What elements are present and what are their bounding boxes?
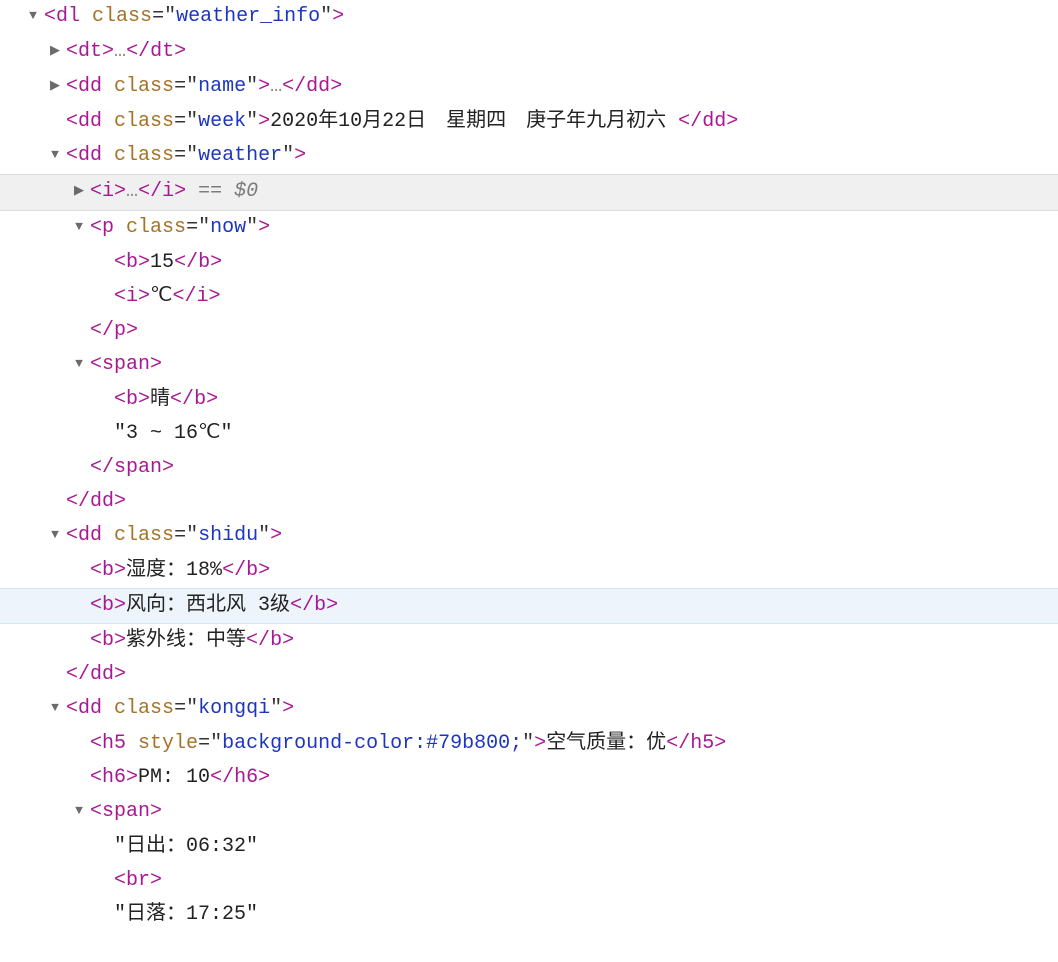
dom-node-p-now[interactable]: <p class="now"> (8, 211, 1050, 246)
dom-node-b-15[interactable]: <b>15</b> (8, 246, 1050, 280)
expand-toggle-icon[interactable] (72, 347, 86, 381)
dom-node-dd-weather[interactable]: <dd class="weather"> (8, 139, 1050, 174)
dom-node-dd-name[interactable]: <dd class="name">…</dd> (8, 70, 1050, 105)
dom-close-dd-weather[interactable]: </dd> (8, 485, 1050, 519)
expand-toggle-icon[interactable] (48, 69, 62, 103)
dom-close-dd-shidu[interactable]: </dd> (8, 658, 1050, 692)
expand-toggle-icon[interactable] (48, 138, 62, 172)
expand-toggle-icon[interactable] (48, 518, 62, 552)
dom-text-sunrise[interactable]: "日出：06:32" (8, 830, 1050, 864)
dom-node-i-deg[interactable]: <i>℃</i> (8, 280, 1050, 314)
dom-node-dd-shidu[interactable]: <dd class="shidu"> (8, 519, 1050, 554)
dom-node-h6[interactable]: <h6>PM: 10</h6> (8, 761, 1050, 795)
dom-node-h5[interactable]: <h5 style="background-color:#79b800;">空气… (8, 727, 1050, 761)
expand-toggle-icon[interactable] (72, 794, 86, 828)
expand-toggle-icon[interactable] (48, 34, 62, 68)
dom-node-selected[interactable]: <i>…</i> == $0 (0, 174, 1058, 211)
dom-close-p[interactable]: </p> (8, 314, 1050, 348)
dom-node-br[interactable]: <br> (8, 864, 1050, 898)
dom-node-dl[interactable]: <dl class="weather_info"> (8, 0, 1050, 35)
expand-toggle-icon[interactable] (72, 210, 86, 244)
dom-node-dt[interactable]: <dt>…</dt> (8, 35, 1050, 70)
dom-node-b-uv[interactable]: <b>紫外线：中等</b> (8, 624, 1050, 658)
dom-node-b-wind-selected[interactable]: <b>风向：西北风 3级</b> (0, 588, 1058, 624)
dom-node-dd-kongqi[interactable]: <dd class="kongqi"> (8, 692, 1050, 727)
expand-toggle-icon[interactable] (48, 691, 62, 725)
dom-node-dd-week[interactable]: <dd class="week">2020年10月22日 星期四 庚子年九月初六… (8, 105, 1050, 139)
dom-text-sunset[interactable]: "日落：17:25" (8, 898, 1050, 932)
dom-node-span-sun[interactable]: <span> (8, 795, 1050, 830)
dom-node-b-humidity[interactable]: <b>湿度：18%</b> (8, 554, 1050, 588)
text-week: 2020年10月22日 星期四 庚子年九月初六 (270, 110, 678, 133)
dollar0-marker: == $0 (186, 180, 258, 203)
expand-toggle-icon[interactable] (26, 0, 40, 33)
dom-node-b-qing[interactable]: <b>晴</b> (8, 383, 1050, 417)
dom-node-span-open[interactable]: <span> (8, 348, 1050, 383)
dom-close-span[interactable]: </span> (8, 451, 1050, 485)
dom-text-range[interactable]: "3 ~ 16℃" (8, 417, 1050, 451)
expand-toggle-icon[interactable] (72, 174, 86, 208)
